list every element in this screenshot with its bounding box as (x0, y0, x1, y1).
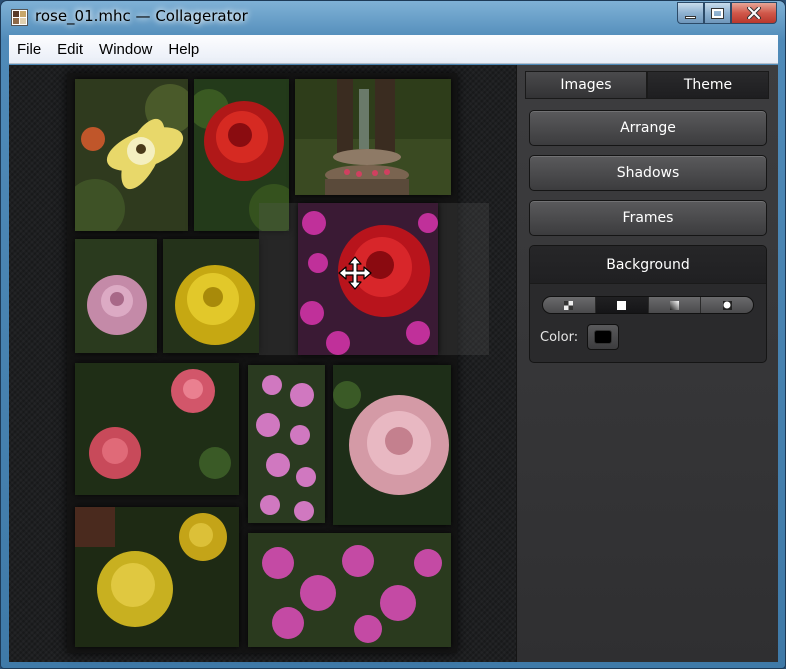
bg-mode-pattern[interactable] (543, 297, 596, 313)
menu-window[interactable]: Window (91, 41, 160, 58)
radial-fill-icon (722, 300, 732, 310)
background-section: Background Color: (529, 245, 767, 363)
collage-canvas[interactable] (9, 65, 516, 662)
side-panel: Images Theme Arrange Shadows Frames Back… (516, 65, 778, 662)
minimize-button[interactable] (677, 2, 704, 24)
close-button[interactable] (731, 2, 777, 24)
menu-help[interactable]: Help (160, 41, 207, 58)
bg-mode-radial[interactable] (701, 297, 753, 313)
window-title: rose_01.mhc — Collagerator (35, 7, 248, 25)
background-header[interactable]: Background (530, 246, 766, 284)
app-icon[interactable] (11, 9, 28, 26)
menu-file[interactable]: File (9, 41, 49, 58)
photo-tile-pink-rose[interactable] (75, 239, 157, 353)
move-cursor-icon (338, 256, 372, 290)
tab-theme[interactable]: Theme (647, 71, 769, 99)
title-bar[interactable]: rose_01.mhc — Collagerator (1, 1, 785, 35)
frames-button[interactable]: Frames (529, 200, 767, 236)
background-mode-selector (542, 296, 754, 314)
tab-images[interactable]: Images (525, 71, 647, 99)
bg-mode-solid[interactable] (595, 297, 649, 313)
panel-tabs: Images Theme (525, 71, 769, 99)
menu-bar: File Edit Window Help (9, 35, 778, 64)
shadows-button[interactable]: Shadows (529, 155, 767, 191)
client-area: Images Theme Arrange Shadows Frames Back… (9, 65, 778, 662)
maximize-icon (711, 7, 724, 19)
gradient-fill-icon (669, 300, 679, 310)
window-controls (677, 2, 777, 24)
minimize-icon (685, 15, 696, 19)
color-label: Color: (540, 330, 579, 345)
photo-tile-yellow-white-rose[interactable] (75, 79, 188, 231)
photo-tile-pink-roses[interactable] (75, 363, 239, 495)
photo-tile-magenta-flowers[interactable] (248, 533, 451, 647)
photo-tile-pink-camellia[interactable] (333, 365, 451, 525)
app-window: rose_01.mhc — Collagerator File Edit Win… (0, 0, 786, 669)
menu-edit[interactable]: Edit (49, 41, 91, 58)
checker-pattern-icon (564, 300, 574, 310)
photo-tile-pink-pentas[interactable] (248, 365, 325, 523)
maximize-button[interactable] (704, 2, 731, 24)
bg-mode-gradient[interactable] (649, 297, 702, 313)
photo-tile-yellow-rose[interactable] (163, 239, 259, 353)
background-color-picker[interactable] (587, 324, 619, 350)
solid-fill-icon (617, 300, 627, 310)
photo-tile-yellow-roses[interactable] (75, 507, 239, 647)
arrange-button[interactable]: Arrange (529, 110, 767, 146)
color-swatch-fill (594, 330, 612, 344)
photo-tile-garden-fountain[interactable] (295, 79, 451, 195)
collage-page[interactable] (67, 73, 457, 653)
close-icon (747, 7, 761, 19)
